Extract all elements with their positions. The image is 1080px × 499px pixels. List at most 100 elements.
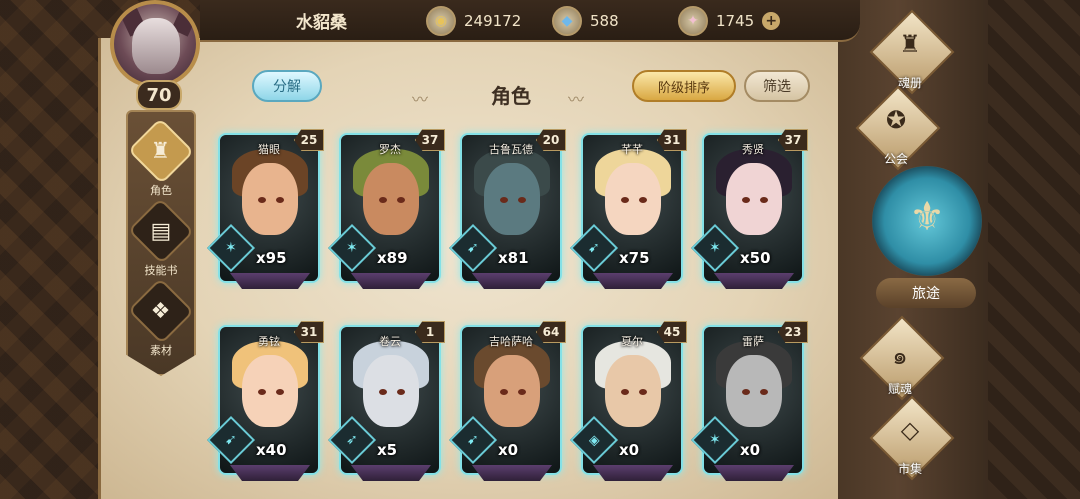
card-base [714,273,794,289]
character-card[interactable]: 吉哈萨哈 x0 64 ➹ [448,321,566,481]
character-count: x75 [619,249,650,267]
portrait-eye [379,197,387,203]
character-count: x0 [740,441,761,459]
avatar[interactable] [110,0,200,88]
card-base [472,273,552,289]
portrait-eye [258,389,266,395]
gem-value: 1745 [716,12,755,30]
portrait-eye [397,197,405,203]
character-card[interactable]: 罗杰 x89 37 ✶ [327,129,445,289]
decompose-button[interactable]: 分解 [252,70,322,102]
portrait-eye [258,197,266,203]
portrait-eye [276,197,284,203]
portrait-face [726,355,782,427]
avatar-face [132,18,180,74]
character-count: x95 [256,249,287,267]
player-name: 水貂桑 [296,13,347,33]
character-count: x81 [498,249,529,267]
character-count: x0 [498,441,519,459]
portrait-eye [639,389,647,395]
portrait-face [484,163,540,235]
portrait-eye [500,197,508,203]
filter-button[interactable]: 筛选 [744,70,810,102]
character-helmet-icon: ♜ [127,117,195,185]
page-title: 角色 [491,84,531,108]
character-card[interactable]: 夏尔 x0 45 ◈ [569,321,687,481]
title-ornament-right: 〰 [568,90,585,109]
nav-label: 角色 [150,184,172,197]
journey-crest-icon: ⚜ [909,194,945,240]
soul-gift-label: 赋魂 [887,382,912,396]
nav-label: 技能书 [144,264,178,277]
player-level: 70 [136,80,182,110]
character-count: x50 [740,249,771,267]
portrait-face [242,355,298,427]
market-label: 市集 [897,462,922,476]
soul-gift-button[interactable]: ๑ 赋魂 [854,315,946,414]
gem-resource[interactable]: ✦ 1745 + [678,6,781,36]
portrait-eye [742,389,750,395]
card-base [230,465,310,481]
character-card[interactable]: 秀贤 x50 37 ✶ [690,129,808,289]
character-card[interactable]: 猫眼 x95 25 ✶ [206,129,324,289]
card-base [230,273,310,289]
character-card[interactable]: 雷萨 x0 23 ✶ [690,321,808,481]
card-base [593,465,673,481]
gold-resource[interactable]: ◉ 249172 [426,6,521,36]
character-card[interactable]: 卷云 x5 1 ➶ [327,321,445,481]
soul-book-label: 魂册 [897,76,922,90]
portrait-face [726,163,782,235]
nav-item-material[interactable]: ❖ 素材 [127,277,195,358]
nav-label: 素材 [150,344,172,357]
character-grid: 猫眼 x95 25 ✶ 罗杰 x89 37 ✶ 古鲁瓦德 x81 20 ➹ 芊芊 x75 31 ➹ 秀贤 x50 3… [206,129,828,483]
character-card[interactable]: 勇铉 x40 31 ➹ [206,321,324,481]
portrait-eye [500,389,508,395]
portrait-eye [760,197,768,203]
character-count: x5 [377,441,398,459]
portrait-eye [518,389,526,395]
card-base [593,273,673,289]
guild-icon: ✪ [885,106,907,134]
soul-book-icon: ♜ [899,30,921,58]
portrait-face [363,355,419,427]
portrait-eye [397,389,405,395]
portrait-eye [639,197,647,203]
market-icon: ◇ [900,416,920,444]
card-base [472,465,552,481]
portrait-eye [621,197,629,203]
sort-by-rank-button[interactable]: 阶级排序 [632,70,736,102]
market-button[interactable]: ◇ 市集 [864,395,956,494]
guild-label: 公会 [883,152,908,166]
journey-button[interactable]: ⚜ 旅途 [866,166,986,318]
portrait-face [363,163,419,235]
portrait-face [242,163,298,235]
portrait-eye [518,197,526,203]
portrait-face [605,163,661,235]
character-card[interactable]: 芊芊 x75 31 ➹ [569,129,687,289]
portrait-eye [742,197,750,203]
portrait-eye [621,389,629,395]
right-edge-pattern [988,0,1080,499]
portrait-eye [760,389,768,395]
character-count: x40 [256,441,287,459]
nav-item-character[interactable]: ♜ 角色 [127,117,195,198]
soul-gift-icon: ๑ [892,342,908,370]
pink-gem-icon: ✦ [678,6,708,36]
player-avatar-frame[interactable]: 70 [98,0,218,110]
journey-label: 旅途 [876,278,976,308]
character-card[interactable]: 古鲁瓦德 x81 20 ➹ [448,129,566,289]
material-icon: ❖ [127,277,195,345]
card-base [351,465,431,481]
portrait-eye [276,389,284,395]
add-gem-button[interactable]: + [762,12,781,30]
gold-coin-icon: ◉ [426,6,456,36]
crystal-resource[interactable]: ◆ 588 [552,6,619,36]
character-count: x0 [619,441,640,459]
blue-crystal-icon: ◆ [552,6,582,36]
portrait-face [484,355,540,427]
card-base [351,273,431,289]
left-nav: ♜ 角色 ▤ 技能书 ❖ 素材 [126,110,196,376]
nav-item-skill-book[interactable]: ▤ 技能书 [127,197,195,278]
skill-book-icon: ▤ [127,197,195,265]
card-base [714,465,794,481]
